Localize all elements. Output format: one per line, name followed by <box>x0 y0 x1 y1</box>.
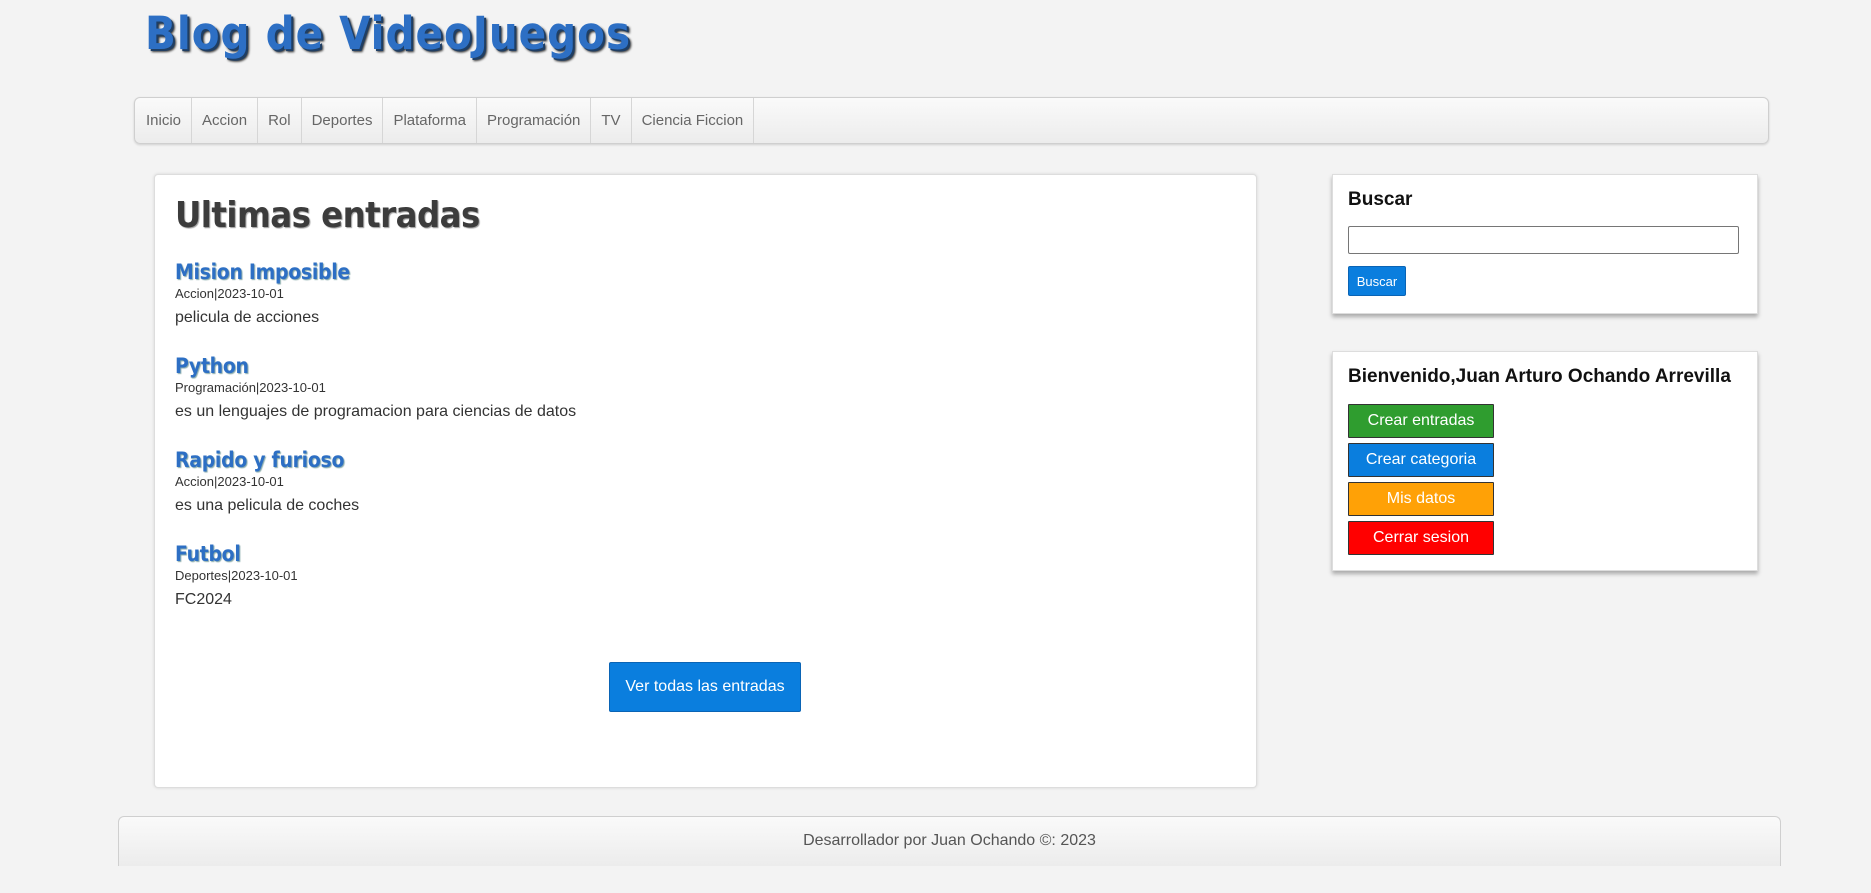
logout-button[interactable]: Cerrar sesion <box>1348 521 1494 555</box>
nav-item-ciencia-ficcion[interactable]: Ciencia Ficcion <box>632 98 755 143</box>
entry-title-link[interactable]: Mision Imposible <box>175 259 350 285</box>
my-data-button[interactable]: Mis datos <box>1348 482 1494 516</box>
main-nav: Inicio Accion Rol Deportes Plataforma Pr… <box>134 97 1769 144</box>
search-panel: Buscar Buscar <box>1332 174 1758 314</box>
entry-item: Python Programación|2023-10-01 es un len… <box>175 353 576 422</box>
latest-entries-panel: Ultimas entradas Mision Imposible Accion… <box>154 174 1257 788</box>
footer-text: Desarrollador por Juan Ochando ©: 2023 <box>803 832 1096 849</box>
entry-item: Rapido y furioso Accion|2023-10-01 es un… <box>175 447 359 516</box>
nav-item-programacion[interactable]: Programación <box>477 98 592 143</box>
entry-title-link[interactable]: Futbol <box>175 541 298 567</box>
nav-item-tv[interactable]: TV <box>591 98 632 143</box>
search-button[interactable]: Buscar <box>1348 266 1406 296</box>
welcome-title: Bienvenido,Juan Arturo Ochando Arrevilla <box>1348 366 1731 387</box>
search-title: Buscar <box>1348 189 1413 210</box>
create-entry-button[interactable]: Crear entradas <box>1348 404 1494 438</box>
entry-description: es un lenguajes de programacion para cie… <box>175 403 577 420</box>
nav-item-inicio[interactable]: Inicio <box>135 98 193 143</box>
create-category-button[interactable]: Crear categoria <box>1348 443 1494 477</box>
search-input[interactable] <box>1348 226 1739 254</box>
footer: Desarrollador por Juan Ochando ©: 2023 <box>118 816 1781 866</box>
user-panel: Bienvenido,Juan Arturo Ochando Arrevilla… <box>1332 351 1758 571</box>
nav-item-rol[interactable]: Rol <box>258 98 302 143</box>
entry-meta: Deportes|2023-10-01 <box>175 568 298 583</box>
entry-item: Mision Imposible Accion|2023-10-01 pelic… <box>175 259 350 328</box>
nav-item-deportes[interactable]: Deportes <box>302 98 384 143</box>
entry-description: pelicula de acciones <box>175 309 320 326</box>
entry-description: FC2024 <box>175 591 232 608</box>
nav-item-accion[interactable]: Accion <box>192 98 259 143</box>
entry-meta: Accion|2023-10-01 <box>175 286 284 301</box>
entry-title-link[interactable]: Python <box>175 353 576 379</box>
entry-title-link[interactable]: Rapido y furioso <box>175 447 359 473</box>
nav-item-plataforma[interactable]: Plataforma <box>383 98 477 143</box>
site-title: Blog de VideoJuegos <box>145 7 632 60</box>
view-all-entries-button[interactable]: Ver todas las entradas <box>609 662 801 712</box>
entry-meta: Accion|2023-10-01 <box>175 474 284 489</box>
latest-entries-title: Ultimas entradas <box>175 195 480 236</box>
entry-item: Futbol Deportes|2023-10-01 FC2024 <box>175 541 298 610</box>
entry-description: es una pelicula de coches <box>175 497 360 514</box>
entry-meta: Programación|2023-10-01 <box>175 380 326 395</box>
